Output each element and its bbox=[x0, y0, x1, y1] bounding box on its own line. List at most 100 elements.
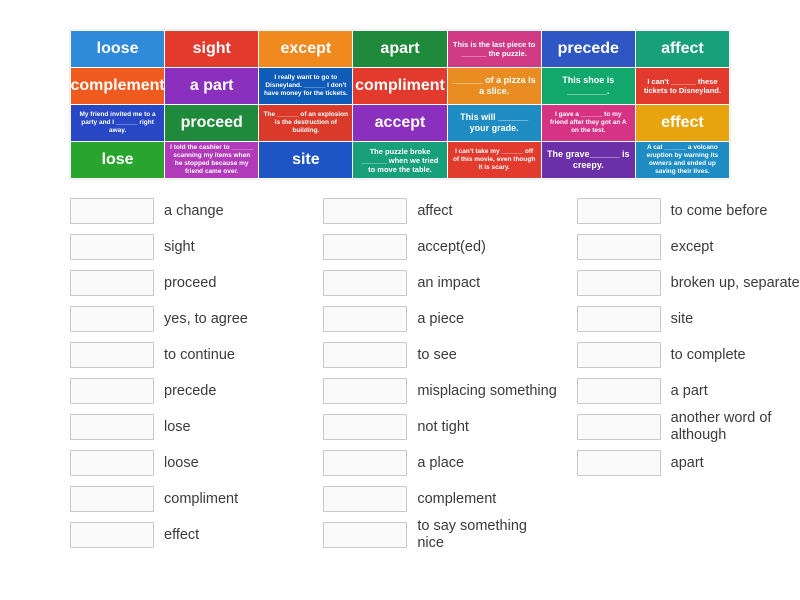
word-tile[interactable]: ______ of a pizza is a slice. bbox=[448, 68, 541, 104]
answer-row: a place bbox=[323, 445, 566, 481]
answer-label: proceed bbox=[164, 275, 216, 292]
word-tile[interactable]: I can't take my ______ off of this movie… bbox=[448, 142, 541, 178]
answer-drop-slot[interactable] bbox=[577, 198, 661, 224]
answer-label: to come before bbox=[671, 203, 768, 220]
answer-row: proceed bbox=[70, 265, 313, 301]
answer-label: precede bbox=[164, 383, 216, 400]
word-tile[interactable]: I told the cashier to ______ scanning my… bbox=[165, 142, 258, 178]
answer-label: a part bbox=[671, 383, 708, 400]
answer-row: effect bbox=[70, 517, 313, 553]
answer-drop-slot[interactable] bbox=[70, 378, 154, 404]
word-tile[interactable]: complement bbox=[71, 68, 164, 104]
answer-drop-slot[interactable] bbox=[323, 378, 407, 404]
answer-row: an impact bbox=[323, 265, 566, 301]
word-tile[interactable]: precede bbox=[542, 31, 635, 67]
word-tile[interactable]: accept bbox=[353, 105, 446, 141]
answer-label: not tight bbox=[417, 419, 469, 436]
word-tile[interactable]: lose bbox=[71, 142, 164, 178]
word-tile[interactable]: except bbox=[259, 31, 352, 67]
answer-grid: a change sight proceed yes, to agree to cont… bbox=[70, 193, 800, 553]
answer-drop-slot[interactable] bbox=[577, 342, 661, 368]
word-tile[interactable]: compliment bbox=[353, 68, 446, 104]
answer-label: effect bbox=[164, 527, 199, 544]
word-tile[interactable]: This is the last piece to ______ the puz… bbox=[448, 31, 541, 67]
answer-drop-slot[interactable] bbox=[577, 234, 661, 260]
answer-drop-slot[interactable] bbox=[323, 486, 407, 512]
word-tile-grid: loosesightexceptapartThis is the last pi… bbox=[70, 30, 730, 179]
answer-drop-slot[interactable] bbox=[323, 522, 407, 548]
answer-drop-slot[interactable] bbox=[323, 414, 407, 440]
word-tile[interactable]: The ______ of an explosion is the destru… bbox=[259, 105, 352, 141]
answer-row: affect bbox=[323, 193, 566, 229]
answer-drop-slot[interactable] bbox=[323, 342, 407, 368]
answer-drop-slot[interactable] bbox=[70, 306, 154, 332]
word-tile[interactable]: I can't ______ these tickets to Disneyla… bbox=[636, 68, 729, 104]
answer-label: misplacing something bbox=[417, 383, 556, 400]
answer-label: a place bbox=[417, 455, 464, 472]
answer-row: precede bbox=[70, 373, 313, 409]
answer-label: sight bbox=[164, 239, 195, 256]
word-tile[interactable]: This shoe is ________. bbox=[542, 68, 635, 104]
answer-row: accept(ed) bbox=[323, 229, 566, 265]
answer-row: not tight bbox=[323, 409, 566, 445]
word-tile[interactable]: sight bbox=[165, 31, 258, 67]
word-tile[interactable]: I gave a ______ to my friend after they … bbox=[542, 105, 635, 141]
word-tile[interactable]: affect bbox=[636, 31, 729, 67]
word-tile[interactable]: A cat ______ a volcano eruption by warni… bbox=[636, 142, 729, 178]
answer-row: to see bbox=[323, 337, 566, 373]
answer-drop-slot[interactable] bbox=[70, 234, 154, 260]
answer-drop-slot[interactable] bbox=[70, 414, 154, 440]
answer-label: site bbox=[671, 311, 694, 328]
answer-drop-slot[interactable] bbox=[577, 270, 661, 296]
answer-drop-slot[interactable] bbox=[323, 270, 407, 296]
answer-drop-slot[interactable] bbox=[577, 306, 661, 332]
answer-label: a change bbox=[164, 203, 224, 220]
answer-row: to continue bbox=[70, 337, 313, 373]
answer-drop-slot[interactable] bbox=[577, 378, 661, 404]
answer-drop-slot[interactable] bbox=[323, 306, 407, 332]
word-tile[interactable]: apart bbox=[353, 31, 446, 67]
answer-label: loose bbox=[164, 455, 199, 472]
answer-label: an impact bbox=[417, 275, 480, 292]
answer-drop-slot[interactable] bbox=[70, 486, 154, 512]
answer-drop-slot[interactable] bbox=[70, 450, 154, 476]
answer-row: another word of although bbox=[577, 409, 800, 445]
answer-row: a change bbox=[70, 193, 313, 229]
answer-label: yes, to agree bbox=[164, 311, 248, 328]
answer-drop-slot[interactable] bbox=[70, 198, 154, 224]
word-tile[interactable]: effect bbox=[636, 105, 729, 141]
answer-row: loose bbox=[70, 445, 313, 481]
answer-label: to continue bbox=[164, 347, 235, 364]
word-tile[interactable]: proceed bbox=[165, 105, 258, 141]
answer-row: sight bbox=[70, 229, 313, 265]
word-tile[interactable]: site bbox=[259, 142, 352, 178]
answer-label: accept(ed) bbox=[417, 239, 486, 256]
answer-drop-slot[interactable] bbox=[323, 450, 407, 476]
answer-row: site bbox=[577, 301, 800, 337]
word-tile[interactable]: a part bbox=[165, 68, 258, 104]
answer-drop-slot[interactable] bbox=[70, 522, 154, 548]
answer-drop-slot[interactable] bbox=[70, 342, 154, 368]
answer-column-2: affect accept(ed) an impact a piece to see mi… bbox=[323, 193, 566, 553]
answer-label: compliment bbox=[164, 491, 238, 508]
answer-row: to come before bbox=[577, 193, 800, 229]
answer-row: except bbox=[577, 229, 800, 265]
word-tile[interactable]: loose bbox=[71, 31, 164, 67]
answer-row: complement bbox=[323, 481, 566, 517]
answer-drop-slot[interactable] bbox=[577, 414, 661, 440]
answer-drop-slot[interactable] bbox=[323, 198, 407, 224]
word-tile[interactable]: I really want to go to Disneyland. _____… bbox=[259, 68, 352, 104]
answer-column-3: to come before except broken up, separated… bbox=[577, 193, 800, 553]
answer-row: compliment bbox=[70, 481, 313, 517]
word-tile[interactable]: The grave______ is creepy. bbox=[542, 142, 635, 178]
word-tile[interactable]: The puzzle broke ______ when we tried to… bbox=[353, 142, 446, 178]
word-tile[interactable]: This will ______ your grade. bbox=[448, 105, 541, 141]
answer-label: broken up, separated bbox=[671, 275, 800, 292]
answer-drop-slot[interactable] bbox=[577, 450, 661, 476]
answer-row: to say something nice bbox=[323, 517, 566, 553]
answer-row: apart bbox=[577, 445, 800, 481]
answer-drop-slot[interactable] bbox=[70, 270, 154, 296]
answer-drop-slot[interactable] bbox=[323, 234, 407, 260]
answer-label: a piece bbox=[417, 311, 464, 328]
word-tile[interactable]: My friend invited me to a party and I __… bbox=[71, 105, 164, 141]
